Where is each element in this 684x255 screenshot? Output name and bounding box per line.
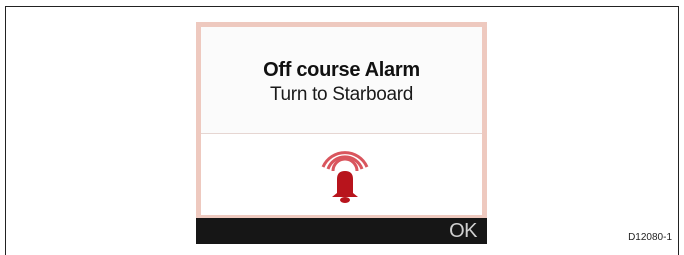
sound-wave-inner bbox=[331, 157, 359, 172]
figure-reference: D12080-1 bbox=[628, 232, 672, 243]
device-screen: Off course Alarm Turn to Starboard OK bbox=[196, 22, 487, 244]
bell-body bbox=[332, 171, 358, 197]
ok-button[interactable]: OK bbox=[449, 220, 477, 243]
dialog-divider bbox=[201, 133, 482, 134]
softkey-bar: OK bbox=[196, 218, 487, 244]
alarm-title: Off course Alarm bbox=[263, 59, 420, 81]
bell-clapper bbox=[340, 197, 350, 203]
alarm-dialog: Off course Alarm Turn to Starboard bbox=[201, 27, 482, 215]
alarm-bell-icon bbox=[321, 151, 369, 203]
alarm-message: Turn to Starboard bbox=[269, 84, 414, 105]
